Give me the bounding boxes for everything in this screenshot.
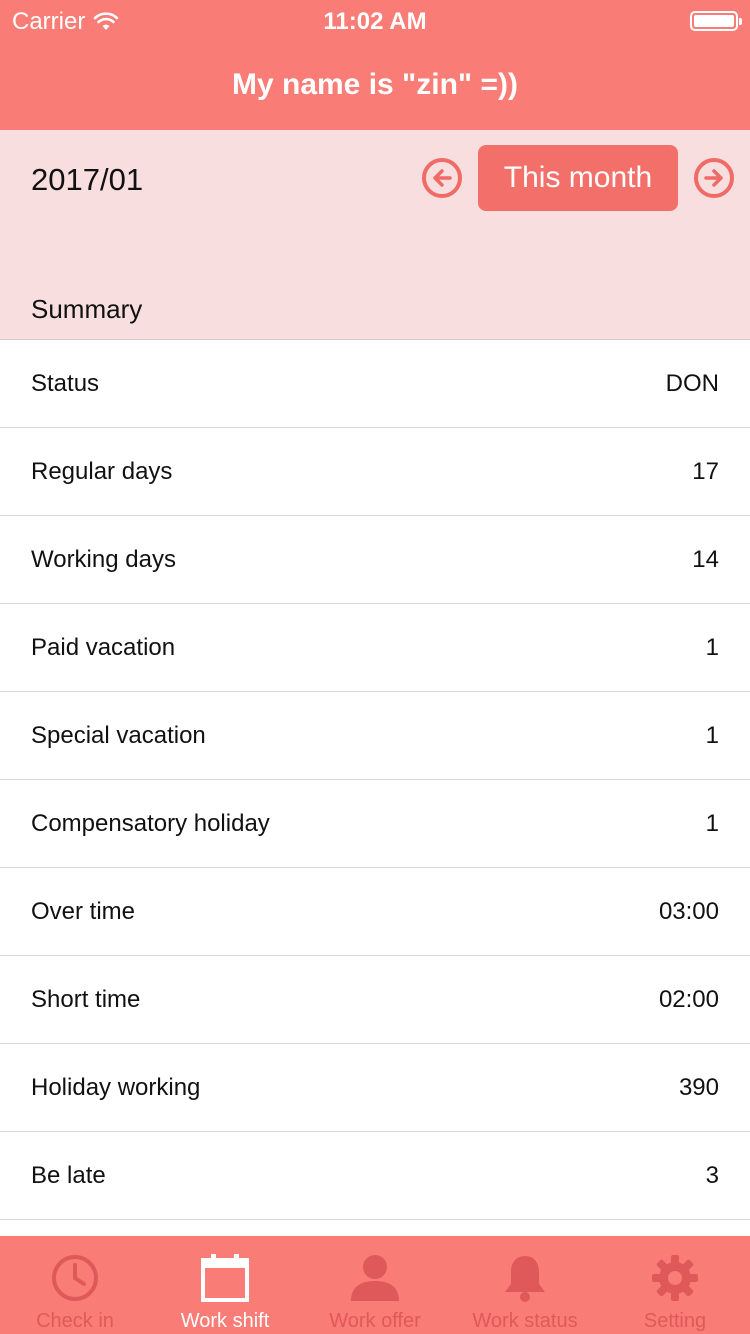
summary-row-status: Status DON bbox=[0, 340, 750, 428]
person-icon bbox=[347, 1250, 403, 1306]
row-value: 02:00 bbox=[658, 985, 719, 1013]
row-value: 1 bbox=[705, 721, 719, 749]
status-bar: Carrier 11:02 AM bbox=[0, 0, 750, 40]
row-label: Holiday working bbox=[31, 1073, 201, 1101]
navigation-bar: My name is "zin" =)) bbox=[0, 40, 750, 130]
tab-label: Setting bbox=[643, 1310, 707, 1332]
row-label: Over time bbox=[31, 897, 136, 925]
row-label: Short time bbox=[31, 985, 141, 1013]
tab-work-status[interactable]: Work status bbox=[450, 1236, 600, 1334]
row-label: Regular days bbox=[31, 457, 173, 485]
tab-bar: Check in Work shift Work offer Work stat… bbox=[0, 1236, 750, 1334]
summary-row-short-time: Short time 02:00 bbox=[0, 956, 750, 1044]
summary-row-be-late: Be late 3 bbox=[0, 1132, 750, 1220]
summary-row-paid-vacation: Paid vacation 1 bbox=[0, 604, 750, 692]
month-header: 2017/01 This month Summary bbox=[0, 130, 750, 340]
row-value: 3 bbox=[705, 1161, 719, 1189]
arrow-right-icon bbox=[704, 169, 723, 187]
row-value: 17 bbox=[692, 457, 719, 485]
tab-label: Work status bbox=[472, 1310, 578, 1332]
row-label: Compensatory holiday bbox=[31, 809, 270, 837]
summary-row-compensatory-holiday: Compensatory holiday 1 bbox=[0, 780, 750, 868]
summary-row-regular-days: Regular days 17 bbox=[0, 428, 750, 516]
row-value: 1 bbox=[705, 809, 719, 837]
section-title: Summary bbox=[31, 294, 143, 324]
summary-list: Status DON Regular days 17 Working days … bbox=[0, 340, 750, 1220]
tab-label: Check in bbox=[36, 1310, 114, 1332]
previous-month-button[interactable] bbox=[422, 158, 462, 198]
row-value: 14 bbox=[692, 545, 719, 573]
row-value: DON bbox=[665, 369, 719, 397]
row-value: 1 bbox=[705, 633, 719, 661]
summary-row-holiday-working: Holiday working 390 bbox=[0, 1044, 750, 1132]
this-month-button[interactable]: This month bbox=[478, 145, 678, 211]
row-value: 03:00 bbox=[658, 897, 719, 925]
row-value: 390 bbox=[678, 1073, 719, 1101]
status-time: 11:02 AM bbox=[323, 8, 427, 35]
tab-work-shift[interactable]: Work shift bbox=[150, 1236, 300, 1334]
tab-label: Work shift bbox=[180, 1310, 270, 1332]
month-label: 2017/01 bbox=[31, 162, 144, 197]
arrow-left-icon bbox=[433, 169, 452, 187]
summary-row-special-vacation: Special vacation 1 bbox=[0, 692, 750, 780]
gear-icon bbox=[647, 1250, 703, 1306]
tab-label: Work offer bbox=[329, 1310, 421, 1332]
page-title: My name is "zin" =)) bbox=[231, 68, 518, 101]
row-label: Status bbox=[31, 369, 100, 397]
row-label: Special vacation bbox=[31, 721, 206, 749]
row-label: Paid vacation bbox=[31, 633, 176, 661]
row-label: Working days bbox=[31, 545, 176, 573]
row-label: Be late bbox=[31, 1161, 106, 1189]
bell-icon bbox=[497, 1250, 553, 1306]
tab-setting[interactable]: Setting bbox=[600, 1236, 750, 1334]
calendar-icon bbox=[197, 1250, 253, 1306]
battery-icon bbox=[690, 11, 742, 31]
summary-row-over-time: Over time 03:00 bbox=[0, 868, 750, 956]
tab-check-in[interactable]: Check in bbox=[0, 1236, 150, 1334]
next-month-button[interactable] bbox=[694, 158, 734, 198]
summary-row-working-days: Working days 14 bbox=[0, 516, 750, 604]
tab-work-offer[interactable]: Work offer bbox=[300, 1236, 450, 1334]
clock-icon bbox=[47, 1250, 103, 1306]
